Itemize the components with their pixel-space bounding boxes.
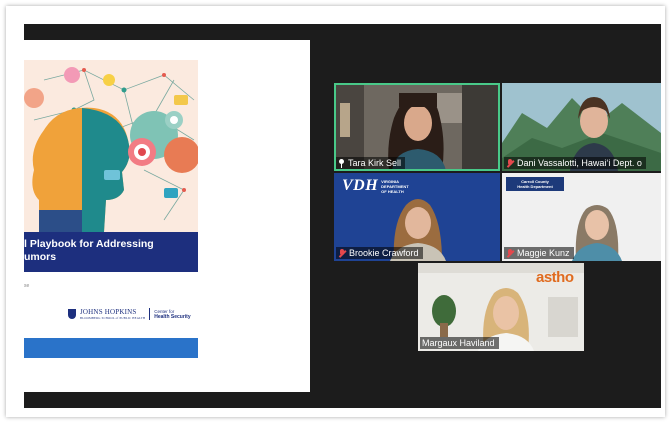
- cover-title-line2: umors: [24, 251, 57, 263]
- mic-off-icon: [506, 248, 514, 258]
- participant-name: Brookie Crawford: [349, 248, 419, 258]
- astho-logo: astho: [536, 269, 574, 286]
- mic-off-icon: [338, 248, 346, 258]
- pin-icon: [338, 158, 345, 168]
- vdh-logo-line3: OF HEALTH: [381, 188, 404, 194]
- participant-name: Margaux Haviland: [422, 338, 495, 348]
- center-line2: Health Security: [154, 313, 191, 320]
- video-tile-dani[interactable]: Dani Vassalotti, Hawaiʻi Dept. o: [502, 83, 661, 171]
- shield-icon: [68, 309, 76, 319]
- video-tile-tara[interactable]: Tara Kirk Sell: [334, 83, 500, 171]
- participant-name-tag: Brookie Crawford: [336, 247, 423, 259]
- cover-title-band: l Playbook for Addressing umors: [24, 232, 198, 272]
- participant-name-tag: Margaux Haviland: [420, 337, 499, 349]
- carroll-logo-line2: Health Department: [517, 184, 553, 189]
- video-tile-maggie[interactable]: Carroll County Health Department Maggie …: [502, 173, 661, 261]
- cover-footer-bar: [24, 338, 198, 358]
- carroll-county-logo: Carroll County Health Department: [506, 177, 564, 191]
- logo-divider: [149, 308, 151, 320]
- cover-byline: se: [24, 283, 30, 289]
- mic-off-icon: [506, 158, 514, 168]
- vdh-logo-text: VDH: [342, 177, 379, 194]
- playbook-cover: l Playbook for Addressing umors: [24, 60, 198, 272]
- institution-sub: BLOOMBERG SCHOOL of PUBLIC HEALTH: [80, 316, 146, 320]
- participant-name-tag: Dani Vassalotti, Hawaiʻi Dept. o: [504, 157, 646, 169]
- cover-title-line1: l Playbook for Addressing: [24, 238, 154, 250]
- vdh-logo-line2: DEPARTMENT: [381, 183, 409, 189]
- participant-name: Tara Kirk Sell: [348, 158, 402, 168]
- participant-name-tag: Tara Kirk Sell: [336, 157, 406, 169]
- cover-illustration: [24, 60, 198, 232]
- institution-name: JOHNS HOPKINS: [80, 308, 137, 316]
- video-tile-brookie[interactable]: VDH VIRGINIA DEPARTMENT OF HEALTH Brooki…: [334, 173, 500, 261]
- participant-name-tag: Maggie Kunz: [504, 247, 574, 259]
- video-tile-margaux[interactable]: astho Margaux Haviland: [418, 263, 584, 351]
- shared-screen-slide: l Playbook for Addressing umors se JOHNS…: [24, 40, 310, 392]
- participant-name: Dani Vassalotti, Hawaiʻi Dept. o: [517, 158, 642, 168]
- jhu-logo: JOHNS HOPKINS BLOOMBERG SCHOOL of PUBLIC…: [68, 306, 191, 322]
- participant-name: Maggie Kunz: [517, 248, 570, 258]
- vdh-logo: VDH VIRGINIA DEPARTMENT OF HEALTH: [342, 177, 409, 195]
